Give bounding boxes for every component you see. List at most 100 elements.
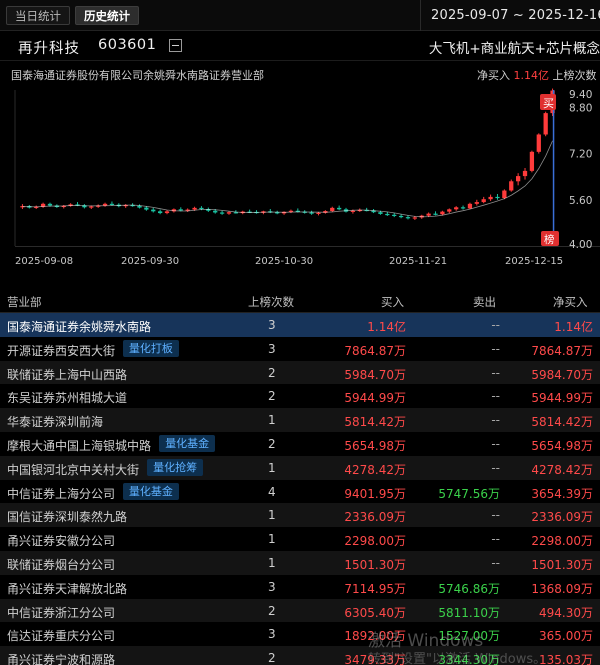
y-tick-label: 5.60 (569, 195, 592, 207)
candle-body (509, 181, 514, 191)
net-buy-amount: 4278.42万 (531, 462, 593, 477)
table-row[interactable]: 摩根大通中国上海银城中路 量化基金 2 5654.98万 -- 5654.98万 (0, 432, 600, 456)
table-row[interactable]: 国信证券深圳泰然九路 1 2336.09万 -- 2336.09万 (0, 503, 600, 528)
broker-name: 中信证券上海分公司 (7, 486, 116, 501)
x-tick-label: 2025-09-08 (15, 256, 73, 267)
candle-body (488, 196, 493, 200)
candle-body (109, 203, 115, 206)
table-row[interactable]: 国泰海通证券余姚舜水南路 3 1.14亿 -- 1.14亿 (0, 313, 600, 337)
header-buy[interactable]: 买入 (381, 294, 404, 310)
broker-name: 甬兴证券安徽分公司 (7, 534, 116, 549)
buy-amount: 4278.42万 (344, 462, 406, 477)
tab-history-stats[interactable]: 历史统计 (75, 6, 139, 25)
broker-name: 甬兴证券天津解放北路 (7, 581, 128, 596)
sell-amount: 5811.10万 (438, 605, 500, 620)
candle-body (213, 210, 218, 213)
broker-name: 开源证券西安西大街 (7, 343, 116, 358)
table-row[interactable]: 中信证券上海分公司 量化基金 4 9401.95万 5747.56万 3654.39万 (0, 480, 600, 504)
candle-body (529, 151, 535, 171)
net-buy-amount: 494.30万 (539, 605, 593, 620)
table-row[interactable]: 联储证券上海中山西路 2 5984.70万 -- 5984.70万 (0, 360, 600, 385)
kline-chart[interactable]: 9.40 8.80 7.20 5.60 4.00 2025-09-08 2025-09-30… (0, 84, 600, 270)
ma-line (22, 140, 553, 218)
date-range-picker[interactable]: 2025-09-07 ~ 2025-12-16 (420, 0, 600, 31)
table-row[interactable]: 开源证券西安西大街 量化打板 3 7864.87万 -- 7864.87万 (0, 337, 600, 361)
windows-activation-hint: 转到"设置"以激活 Windows。 (368, 652, 547, 665)
candle-body (47, 203, 53, 206)
sell-amount: -- (491, 341, 500, 356)
tab-today-stats[interactable]: 当日统计 (6, 6, 70, 25)
net-buy-amount: 1.14亿 (554, 320, 593, 334)
list-times: 2 (268, 436, 276, 451)
candle-body (536, 134, 541, 152)
buy-amount: 9401.95万 (344, 486, 406, 501)
table-row[interactable]: 甬兴证券天津解放北路 3 7114.95万 5746.86万 1368.09万 (0, 575, 600, 599)
y-tick-label: 8.80 (569, 102, 592, 114)
candle-body (89, 206, 94, 208)
header-sell[interactable]: 卖出 (473, 294, 496, 310)
table-row[interactable]: 东吴证券苏州相城大道 2 5944.99万 -- 5944.99万 (0, 384, 600, 408)
broker-name: 国信证券深圳泰然九路 (7, 510, 128, 525)
table-row[interactable]: 信达证券重庆分公司 3 1892.00万 1527.00万 365.00万 (0, 622, 600, 646)
sell-amount: -- (491, 413, 500, 428)
buy-amount: 5814.42万 (344, 415, 406, 430)
netbuy-value: 1.14亿 (513, 69, 550, 82)
strategy-tag[interactable]: 量化抢筹 (147, 458, 204, 476)
collapse-icon[interactable] (169, 39, 182, 52)
table-row[interactable]: 中国银河北京中关村大街 量化抢筹 1 4278.42万 -- 4278.42万 (0, 455, 600, 480)
buy-amount: 5944.99万 (344, 391, 406, 406)
candle-body (219, 212, 225, 214)
candle-body (433, 213, 438, 215)
sell-amount: -- (491, 318, 500, 332)
candle-body (192, 207, 197, 210)
strategy-tag[interactable]: 量化基金 (159, 434, 216, 452)
list-times: 1 (268, 508, 276, 523)
candle-body (309, 212, 314, 214)
x-tick-label: 2025-10-30 (255, 256, 313, 267)
table-row[interactable]: 联储证券烟台分公司 1 1501.30万 -- 1501.30万 (0, 550, 600, 575)
table-row[interactable]: 华泰证券深圳前海 1 5814.42万 -- 5814.42万 (0, 408, 600, 432)
candle-body (405, 217, 411, 219)
net-buy-amount: 135.03万 (539, 653, 593, 665)
candle-body (144, 207, 149, 210)
sell-amount: -- (491, 555, 500, 570)
broker-name: 甬兴证券宁波和源路 (7, 653, 116, 665)
broker-name: 联储证券上海中山西路 (7, 367, 128, 382)
candle-body (330, 207, 335, 212)
broker-name: 中信证券浙江分公司 (7, 605, 116, 620)
kline-chart-svg[interactable]: 9.408.80 7.20 5.60 4.00 2025-09-08 2025-09-30… (0, 84, 600, 270)
buy-amount: 7864.87万 (344, 343, 406, 358)
strategy-tag[interactable]: 量化基金 (122, 482, 179, 500)
candle-body (440, 211, 445, 215)
list-times: 3 (268, 341, 276, 356)
sell-amount: -- (491, 508, 500, 523)
selected-broker-summary: 国泰海通证券股份有限公司余姚舜水南路证券营业部 净买入 1.14亿 上榜次数 3 (0, 62, 600, 84)
y-tick-label: 9.40 (569, 89, 592, 101)
net-buy-amount: 5814.42万 (531, 415, 593, 430)
list-times: 3 (268, 318, 276, 332)
list-times: 2 (268, 389, 276, 404)
candle-body (350, 210, 356, 212)
candle-body (102, 203, 108, 206)
strategy-tag[interactable]: 量化打板 (122, 339, 179, 357)
buy-amount: 2336.09万 (344, 510, 406, 525)
table-row[interactable]: 甬兴证券安徽分公司 1 2298.00万 -- 2298.00万 (0, 527, 600, 551)
header-broker[interactable]: 营业部 (7, 294, 42, 310)
candle-body (392, 214, 397, 216)
net-buy-amount: 5944.99万 (531, 391, 593, 406)
broker-table: 营业部 上榜次数 买入 卖出 净买入 国泰海通证券余姚舜水南路 3 1.14亿 -- 1… (0, 290, 600, 665)
candle-body (502, 190, 507, 199)
header-net[interactable]: 净买入 (553, 294, 588, 310)
candle-body (447, 209, 452, 212)
sell-amount: -- (491, 365, 500, 380)
candle-body (516, 176, 521, 182)
table-row[interactable]: 中信证券浙江分公司 2 6305.40万 5811.10万 494.30万 (0, 598, 600, 623)
candle-body (543, 113, 548, 135)
header-times[interactable]: 上榜次数 (248, 294, 294, 310)
candle-body (454, 207, 459, 210)
candle-body (398, 215, 404, 218)
sell-amount: 5746.86万 (438, 581, 500, 596)
candle-body (467, 203, 473, 209)
candle-body (199, 207, 204, 210)
list-times: 3 (268, 627, 276, 642)
